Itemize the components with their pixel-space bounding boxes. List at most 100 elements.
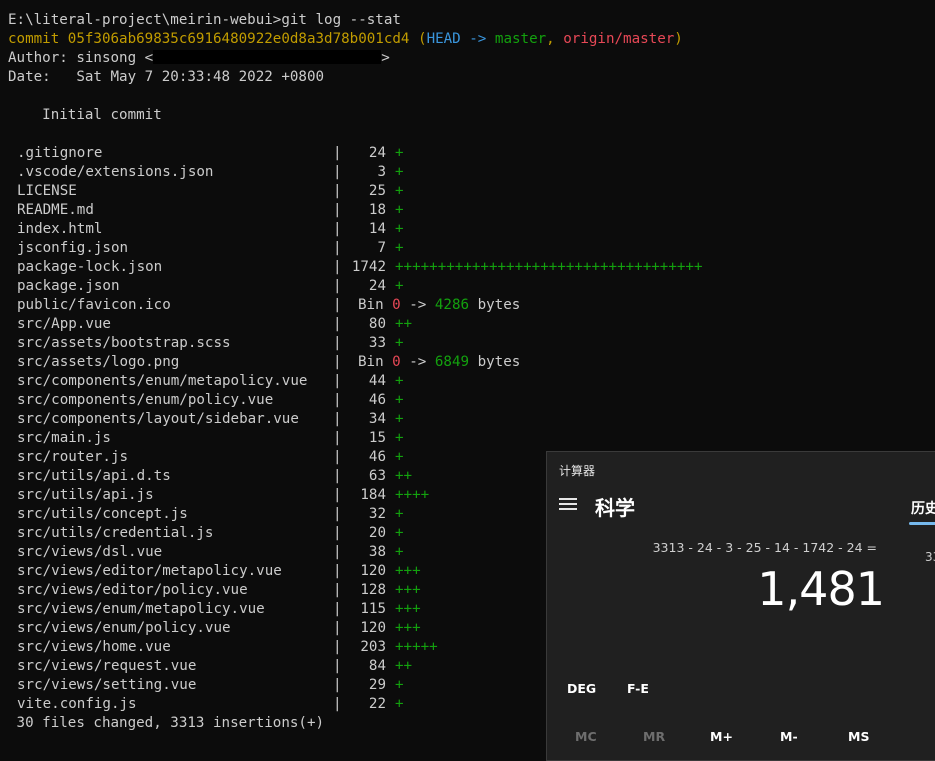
file-stat-row: src/App.vue | 80 ++ bbox=[8, 315, 928, 334]
author-close: > bbox=[381, 50, 390, 66]
date-line: Date: Sat May 7 20:33:48 2022 +0800 bbox=[8, 69, 325, 85]
change-count: 24 bbox=[368, 278, 386, 294]
ref-open: ( bbox=[409, 31, 427, 47]
file-name: src/utils/concept.js bbox=[17, 506, 188, 522]
ref-head: HEAD -> bbox=[426, 31, 487, 47]
stat-separator: | bbox=[333, 620, 342, 636]
insertion-graph: + bbox=[395, 240, 404, 256]
calculator-mode: 科学 bbox=[595, 496, 635, 520]
insertion-graph: ++ bbox=[395, 316, 413, 332]
insertion-graph: +++ bbox=[395, 563, 421, 579]
file-name: src/views/enum/policy.vue bbox=[17, 620, 231, 636]
insertion-graph: + bbox=[395, 506, 404, 522]
change-count: 18 bbox=[368, 202, 386, 218]
file-stat-row: package.json | 24 + bbox=[8, 277, 928, 296]
commit-label: commit bbox=[8, 31, 60, 47]
change-count: 15 bbox=[368, 430, 386, 446]
bin-unit: bytes bbox=[469, 354, 521, 370]
stat-separator: | bbox=[333, 221, 342, 237]
file-stat-row: jsconfig.json | 7 + bbox=[8, 239, 928, 258]
change-count: 7 bbox=[377, 240, 386, 256]
insertion-graph: + bbox=[395, 430, 404, 446]
insertion-graph: +++ bbox=[395, 582, 421, 598]
change-count: 120 bbox=[360, 620, 386, 636]
file-stat-row: src/assets/bootstrap.scss | 33 + bbox=[8, 334, 928, 353]
file-name: src/assets/logo.png bbox=[17, 354, 180, 370]
mr-button[interactable]: MR bbox=[643, 729, 665, 744]
ref-close: ) bbox=[674, 31, 683, 47]
insertion-graph: +++ bbox=[395, 601, 421, 617]
change-count: 38 bbox=[368, 544, 386, 560]
file-name: src/views/request.vue bbox=[17, 658, 197, 674]
change-count: 80 bbox=[368, 316, 386, 332]
change-count: 29 bbox=[368, 677, 386, 693]
ref-master: master bbox=[486, 31, 547, 47]
deg-button[interactable]: DEG bbox=[567, 681, 596, 696]
file-name: src/App.vue bbox=[17, 316, 111, 332]
history-item[interactable]: 33 bbox=[925, 550, 935, 564]
bin-label: Bin bbox=[358, 297, 384, 313]
change-count: 14 bbox=[368, 221, 386, 237]
file-name: src/components/enum/metapolicy.vue bbox=[17, 373, 308, 389]
fe-button[interactable]: F-E bbox=[627, 681, 649, 696]
stat-separator: | bbox=[333, 544, 342, 560]
insertion-graph: + bbox=[395, 183, 404, 199]
insertion-graph: ++ bbox=[395, 468, 413, 484]
bin-label: Bin bbox=[358, 354, 384, 370]
insertion-graph: + bbox=[395, 278, 404, 294]
calculator-window[interactable]: 计算器 科学 历史 33 3313 - 24 - 3 - 25 - 14 - 1… bbox=[546, 451, 935, 761]
m-minus-button[interactable]: M- bbox=[780, 729, 798, 744]
tab-history[interactable]: 历史 bbox=[911, 498, 935, 518]
m-plus-button[interactable]: M+ bbox=[710, 729, 733, 744]
stat-separator: | bbox=[333, 259, 342, 275]
file-stat-row: index.html | 14 + bbox=[8, 220, 928, 239]
insertion-graph: + bbox=[395, 373, 404, 389]
stat-separator: | bbox=[333, 658, 342, 674]
binary-stat: Bin 0 -> 4286 bytes bbox=[358, 296, 520, 315]
ms-button[interactable]: MS bbox=[848, 729, 869, 744]
change-count: 33 bbox=[368, 335, 386, 351]
file-name: index.html bbox=[17, 221, 103, 237]
file-name: src/views/home.vue bbox=[17, 639, 171, 655]
change-count: 32 bbox=[368, 506, 386, 522]
author-line: Author: sinsong < > bbox=[8, 49, 928, 68]
insertion-graph: + bbox=[395, 544, 404, 560]
stat-separator: | bbox=[333, 677, 342, 693]
insertion-graph: +++++ bbox=[395, 639, 438, 655]
stat-separator: | bbox=[333, 411, 342, 427]
file-name: package.json bbox=[17, 278, 120, 294]
insertion-graph: + bbox=[395, 449, 404, 465]
bin-from: 0 bbox=[392, 297, 401, 313]
stat-separator: | bbox=[333, 316, 342, 332]
mc-button[interactable]: MC bbox=[575, 729, 597, 744]
bin-to: 4286 bbox=[434, 297, 470, 313]
file-name: .vscode/extensions.json bbox=[17, 164, 214, 180]
stat-separator: | bbox=[333, 145, 342, 161]
file-name: src/assets/bootstrap.scss bbox=[17, 335, 231, 351]
stat-separator: | bbox=[333, 582, 342, 598]
stat-separator: | bbox=[333, 373, 342, 389]
insertion-graph: +++ bbox=[395, 620, 421, 636]
file-stat-row: LICENSE | 25 + bbox=[8, 182, 928, 201]
change-count: 115 bbox=[360, 601, 386, 617]
file-stat-row: src/components/enum/policy.vue | 46 + bbox=[8, 391, 928, 410]
insertion-graph: ++++ bbox=[395, 487, 430, 503]
change-count: 120 bbox=[360, 563, 386, 579]
change-count: 3 bbox=[377, 164, 386, 180]
change-count: 1742 bbox=[351, 259, 386, 275]
file-stat-row: src/main.js | 15 + bbox=[8, 429, 928, 448]
commit-hash: 05f306ab69835c6916480922e0d8a3d78b001cd4 bbox=[67, 31, 410, 47]
binary-stat: Bin 0 -> 6849 bytes bbox=[358, 353, 520, 372]
file-name: src/utils/api.d.ts bbox=[17, 468, 171, 484]
insertion-graph: + bbox=[395, 525, 404, 541]
change-count: 46 bbox=[368, 392, 386, 408]
stat-separator: | bbox=[333, 335, 342, 351]
file-name: src/views/dsl.vue bbox=[17, 544, 163, 560]
file-name: README.md bbox=[17, 202, 94, 218]
bin-arrow: -> bbox=[400, 354, 435, 370]
hamburger-menu-icon[interactable] bbox=[559, 498, 577, 512]
insertion-graph: + bbox=[395, 202, 404, 218]
file-name: src/views/enum/metapolicy.vue bbox=[17, 601, 265, 617]
bin-to: 6849 bbox=[434, 354, 470, 370]
